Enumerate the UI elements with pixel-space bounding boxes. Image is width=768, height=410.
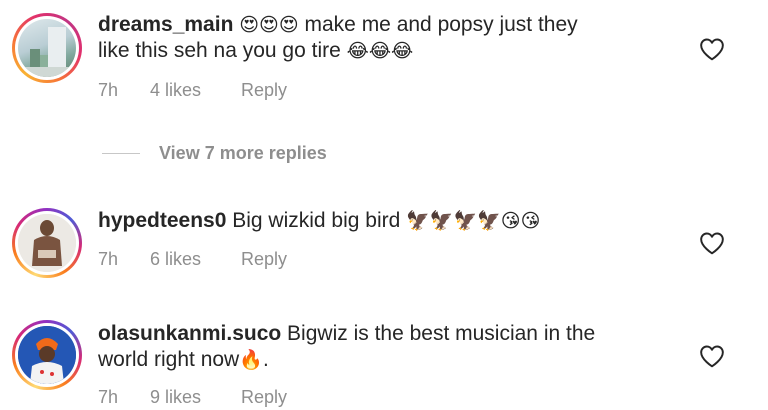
likes-count[interactable]: 4 likes bbox=[150, 80, 241, 101]
avatar[interactable] bbox=[12, 13, 82, 83]
reply-button[interactable]: Reply bbox=[241, 80, 287, 101]
comment-timestamp: 7h bbox=[98, 80, 119, 100]
fire-emoji: 🔥. bbox=[239, 349, 269, 371]
comment-text-line2: like this seh na you go tire bbox=[98, 39, 347, 62]
avatar[interactable] bbox=[12, 320, 82, 390]
comment-text: Bigwiz is the best musician in the bbox=[281, 322, 596, 345]
heart-outline-icon[interactable] bbox=[699, 231, 725, 255]
heart-outline-icon[interactable] bbox=[699, 344, 725, 368]
comment-text: make me and popsy just they bbox=[298, 13, 578, 36]
replies-divider bbox=[102, 153, 140, 154]
comment-timestamp: 7h bbox=[98, 387, 119, 407]
reply-button[interactable]: Reply bbox=[241, 387, 287, 408]
comment-username[interactable]: olasunkanmi.suco bbox=[98, 322, 281, 345]
avatar[interactable] bbox=[12, 208, 82, 278]
comment-timestamp: 7h bbox=[98, 249, 119, 269]
comment-text: Big wizkid big bird bbox=[226, 209, 407, 232]
eagle-kiss-emoji: 🦅🦅🦅🦅😘😘 bbox=[406, 210, 541, 232]
heart-eyes-emoji: 😍😍😍 bbox=[239, 14, 299, 36]
laughing-emoji: 😂😂😂 bbox=[346, 40, 414, 62]
comment-username[interactable]: hypedteens0 bbox=[98, 209, 226, 232]
comment-username[interactable]: dreams_main bbox=[98, 13, 233, 36]
view-more-replies-label[interactable]: View 7 more replies bbox=[159, 143, 327, 164]
comment-text-line2: world right now bbox=[98, 348, 240, 371]
likes-count[interactable]: 6 likes bbox=[150, 249, 241, 270]
reply-button[interactable]: Reply bbox=[241, 249, 287, 270]
view-more-replies-button[interactable]: View 7 more replies bbox=[102, 143, 327, 164]
heart-outline-icon[interactable] bbox=[699, 37, 725, 61]
likes-count[interactable]: 9 likes bbox=[150, 387, 241, 408]
